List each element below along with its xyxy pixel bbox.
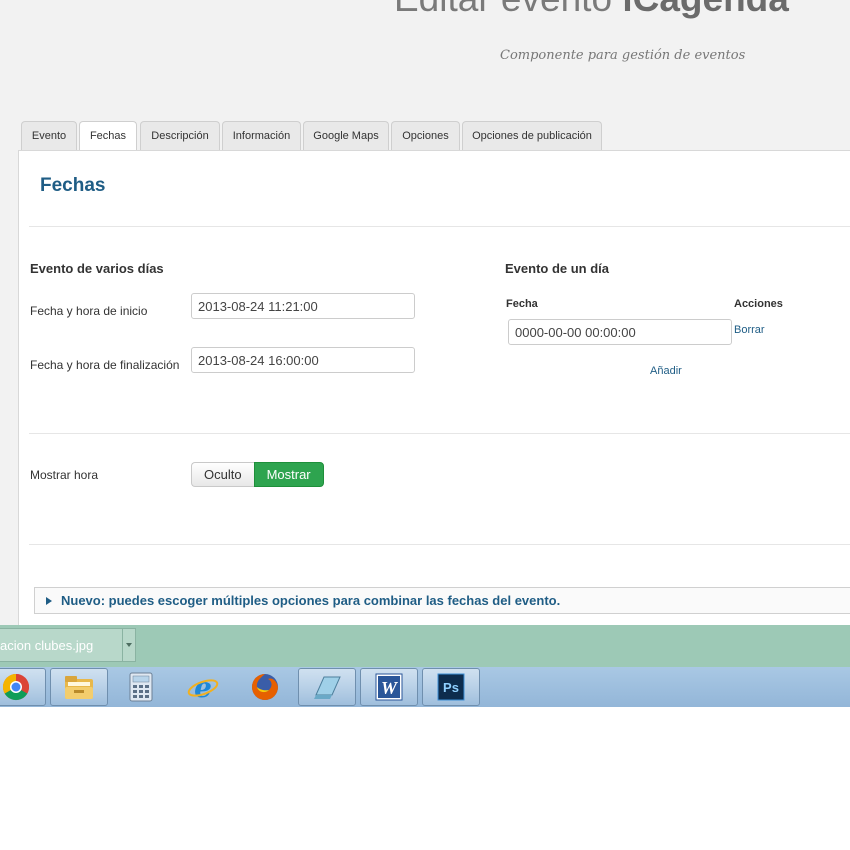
taskbar-explorer[interactable]	[50, 668, 108, 706]
tab-google-maps[interactable]: Google Maps	[303, 121, 389, 150]
add-date-link[interactable]: Añadir	[650, 365, 682, 377]
taskbar-firefox[interactable]	[236, 668, 294, 706]
tab-informacion[interactable]: Información	[222, 121, 301, 150]
end-datetime-input[interactable]: 2013-08-24 16:00:00	[191, 347, 415, 373]
tab-opciones[interactable]: Opciones	[391, 121, 460, 150]
hidden-option-button[interactable]: Oculto	[191, 462, 254, 487]
section-title: Fechas	[40, 175, 106, 196]
tab-descripcion[interactable]: Descripción	[140, 121, 220, 150]
photoshop-icon: Ps	[437, 673, 465, 701]
file-explorer-icon	[65, 676, 93, 699]
taskbar-word[interactable]: W	[360, 668, 418, 706]
divider	[29, 433, 850, 434]
taskbar: e W Ps	[0, 667, 850, 707]
divider	[29, 544, 850, 545]
end-datetime-label: Fecha y hora de finalización	[30, 358, 180, 372]
taskbar-chrome[interactable]	[0, 668, 46, 706]
chevron-down-icon[interactable]	[122, 628, 136, 662]
tab-evento[interactable]: Evento	[21, 121, 77, 150]
delete-date-link[interactable]: Borrar	[734, 324, 765, 336]
calculator-icon	[129, 672, 153, 702]
date-column-header: Fecha	[506, 298, 538, 310]
page-subtitle: Componente para gestión de eventos	[500, 48, 746, 63]
show-option-button[interactable]: Mostrar	[253, 462, 324, 487]
taskbar-photoshop[interactable]: Ps	[422, 668, 480, 706]
multi-day-heading: Evento de varios días	[30, 261, 164, 276]
start-datetime-label: Fecha y hora de inicio	[30, 304, 148, 318]
taskbar-calculator[interactable]	[112, 668, 170, 706]
notepad-icon	[314, 676, 341, 699]
start-datetime-input[interactable]: 2013-08-24 11:21:00	[191, 293, 415, 319]
caret-right-icon	[46, 597, 52, 605]
taskbar-notepad[interactable]	[298, 668, 356, 706]
info-accordion-label: Nuevo: puedes escoger múltiples opciones…	[61, 593, 561, 608]
dates-panel: Fechas Evento de varios días Fecha y hor…	[18, 150, 850, 625]
download-item[interactable]: acion clubes.jpg	[0, 628, 124, 662]
internet-explorer-icon: e	[187, 672, 219, 702]
actions-column-header: Acciones	[734, 298, 783, 310]
divider	[29, 226, 850, 227]
page-background: Editar evento iCagenda Componente para g…	[0, 0, 850, 625]
taskbar-ie[interactable]: e	[174, 668, 232, 706]
word-icon: W	[375, 673, 403, 701]
tab-opciones-publicacion[interactable]: Opciones de publicación	[462, 121, 602, 150]
chrome-icon	[2, 673, 30, 701]
show-time-label: Mostrar hora	[30, 468, 99, 482]
svg-text:Ps: Ps	[443, 680, 459, 695]
show-time-toggle: Oculto Mostrar	[191, 462, 324, 487]
svg-text:W: W	[381, 678, 399, 698]
svg-text:e: e	[194, 672, 212, 702]
tab-fechas[interactable]: Fechas	[79, 121, 137, 152]
single-date-input[interactable]: 0000-00-00 00:00:00	[508, 319, 732, 345]
download-bar: acion clubes.jpg	[0, 625, 850, 667]
firefox-icon	[252, 674, 278, 700]
info-accordion[interactable]: Nuevo: puedes escoger múltiples opciones…	[34, 587, 850, 614]
single-day-heading: Evento de un día	[505, 261, 610, 276]
page-title: Editar evento iCagenda	[394, 0, 789, 20]
